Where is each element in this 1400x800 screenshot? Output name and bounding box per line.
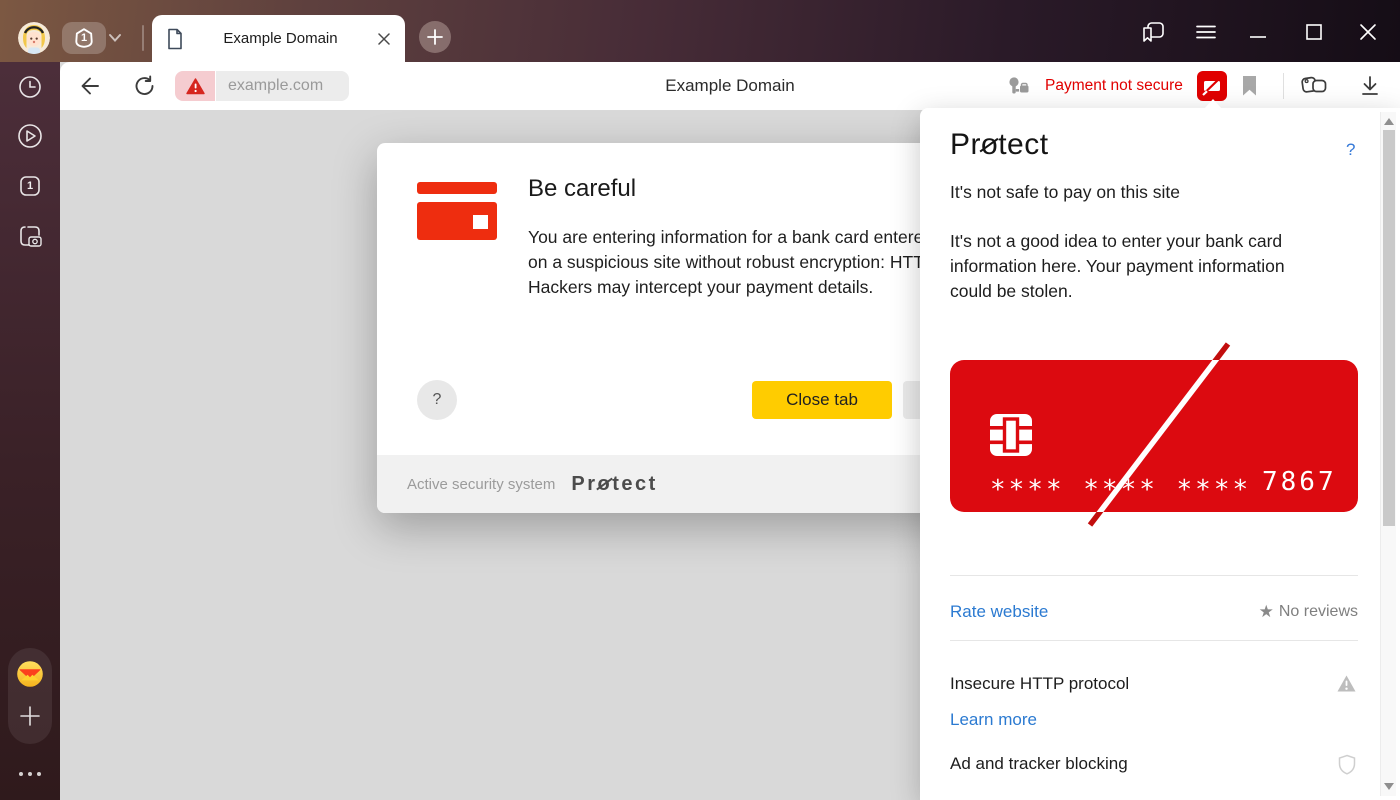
protect-panel: Protect ? It's not safe to pay on this s… bbox=[920, 108, 1400, 800]
ad-blocking-title: Ad and tracker blocking bbox=[950, 754, 1128, 774]
scrollbar-thumb[interactable] bbox=[1383, 130, 1395, 526]
sidebar: 1 bbox=[0, 62, 60, 800]
sidebar-apps-group bbox=[8, 648, 52, 744]
title-bar: 1 Example Domain bbox=[0, 0, 1400, 62]
tab-count: 1 bbox=[81, 32, 87, 44]
reload-button[interactable] bbox=[133, 74, 157, 98]
history-icon[interactable] bbox=[12, 69, 48, 105]
tab-title: Example Domain bbox=[194, 30, 367, 47]
sidebar-tab-count: 1 bbox=[27, 180, 33, 192]
active-security-label: Active security system bbox=[407, 476, 555, 493]
security-warning-badge[interactable] bbox=[175, 71, 215, 101]
dialog-help-button[interactable]: ? bbox=[417, 380, 457, 420]
close-button[interactable] bbox=[1356, 22, 1380, 42]
reviews-text: No reviews bbox=[1279, 603, 1358, 621]
mail-icon[interactable] bbox=[12, 656, 48, 692]
screenshot-icon[interactable] bbox=[12, 218, 48, 254]
shield-icon bbox=[1337, 754, 1357, 775]
bookmark-icon[interactable] bbox=[1241, 75, 1258, 97]
tabs-panel-icon[interactable]: 1 bbox=[12, 168, 48, 204]
scroll-down-arrow[interactable] bbox=[1384, 783, 1394, 790]
reviews-summary: ★ No reviews bbox=[920, 602, 1358, 622]
new-tab-button[interactable] bbox=[419, 21, 451, 53]
tab-counter-pill[interactable]: 1 bbox=[62, 22, 106, 54]
card-masked-digits: **** **** **** bbox=[990, 475, 1251, 505]
learn-more-link[interactable]: Learn more bbox=[950, 710, 1037, 730]
page-document-icon bbox=[166, 28, 184, 50]
dialog-title: Be careful bbox=[528, 175, 636, 203]
toolbar-divider bbox=[1283, 73, 1284, 99]
tabstrip-divider bbox=[142, 25, 144, 51]
minimize-button[interactable] bbox=[1246, 22, 1270, 42]
plus-icon bbox=[426, 28, 444, 46]
blocked-card-illustration: **** **** **** 7867 bbox=[950, 346, 1358, 536]
insecure-http-title: Insecure HTTP protocol bbox=[950, 674, 1129, 694]
more-options-icon[interactable] bbox=[12, 756, 48, 792]
dialog-body-line: Hackers may intercept your payment detai… bbox=[528, 277, 873, 298]
card-last4: 7867 bbox=[1262, 467, 1337, 497]
download-icon[interactable] bbox=[1359, 75, 1381, 97]
avatar-image bbox=[18, 22, 50, 54]
protect-logo: Protect bbox=[571, 473, 657, 496]
collections-icon[interactable] bbox=[1300, 74, 1328, 98]
chevron-down-icon[interactable] bbox=[106, 30, 124, 46]
toolbar: example.com Example Domain Payment not s… bbox=[60, 62, 1400, 110]
warning-grey-icon bbox=[1336, 674, 1357, 693]
menu-icon[interactable] bbox=[1194, 22, 1218, 42]
dialog-body-line: on a suspicious site without robust encr… bbox=[528, 252, 938, 273]
browser-tab[interactable]: Example Domain bbox=[152, 15, 405, 62]
dialog-body-line: You are entering information for a bank … bbox=[528, 227, 933, 248]
warning-triangle-icon bbox=[186, 78, 205, 95]
panel-pointer-notch bbox=[1204, 99, 1222, 109]
panel-scrollbar[interactable] bbox=[1380, 112, 1396, 796]
star-icon: ★ bbox=[1259, 602, 1274, 622]
back-button[interactable] bbox=[77, 74, 101, 98]
panel-body-line: It's not a good idea to enter your bank … bbox=[950, 231, 1282, 252]
panel-divider bbox=[950, 640, 1358, 641]
bank-card-icon bbox=[417, 182, 497, 240]
protect-panel-logo: Protect bbox=[950, 128, 1049, 162]
address-bar[interactable]: example.com bbox=[216, 71, 349, 101]
card-crossed-icon bbox=[1202, 76, 1222, 96]
close-tab-button[interactable]: Close tab bbox=[752, 381, 892, 419]
payment-not-secure-label[interactable]: Payment not secure bbox=[1045, 62, 1183, 110]
url-text: example.com bbox=[228, 77, 323, 95]
add-shortcut-button[interactable] bbox=[12, 698, 48, 734]
panel-body-line: information here. Your payment informati… bbox=[950, 256, 1285, 277]
maximize-button[interactable] bbox=[1302, 22, 1326, 42]
side-panel-bookmark-icon[interactable] bbox=[1141, 22, 1165, 42]
browser-window: 1 Example Domain bbox=[0, 0, 1400, 800]
media-play-icon[interactable] bbox=[12, 118, 48, 154]
protect-alert-badge[interactable] bbox=[1197, 71, 1227, 101]
panel-body-line: could be stolen. bbox=[950, 281, 1073, 302]
panel-help-link[interactable]: ? bbox=[1346, 140, 1355, 160]
profile-avatar[interactable] bbox=[18, 22, 50, 54]
panel-divider bbox=[950, 575, 1358, 576]
scroll-up-arrow[interactable] bbox=[1384, 118, 1394, 125]
password-manager-icon[interactable] bbox=[1006, 76, 1032, 98]
tab-close-icon[interactable] bbox=[377, 32, 391, 46]
panel-headline: It's not safe to pay on this site bbox=[950, 182, 1180, 203]
